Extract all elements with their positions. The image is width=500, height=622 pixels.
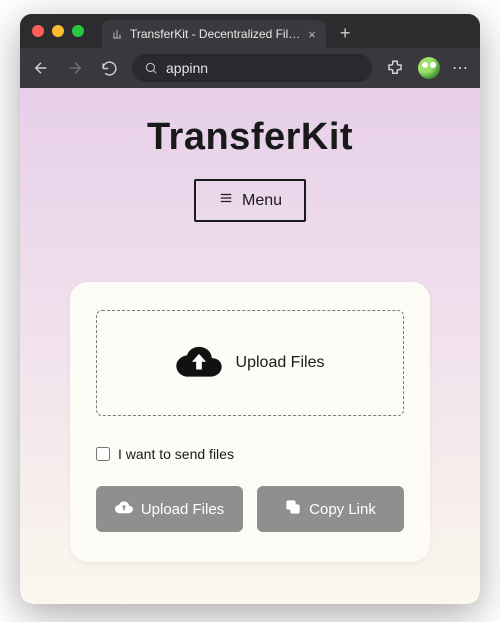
browser-tab[interactable]: TransferKit - Decentralized Fil… × <box>102 20 326 48</box>
tab-favicon-icon <box>110 27 124 41</box>
upload-files-button[interactable]: Upload Files <box>96 486 243 532</box>
extensions-button[interactable] <box>384 57 406 79</box>
address-input[interactable] <box>166 60 360 76</box>
browser-window: TransferKit - Decentralized Fil… × + ⋯ T… <box>20 14 480 604</box>
upload-dropzone[interactable]: Upload Files <box>96 310 404 416</box>
new-tab-button[interactable]: + <box>334 24 357 42</box>
menu-button[interactable]: Menu <box>194 179 306 222</box>
send-files-checkbox-label: I want to send files <box>118 446 234 462</box>
brand-logo: TransferKit <box>147 116 353 159</box>
upload-card: Upload Files I want to send files Upload… <box>70 282 430 562</box>
tab-title: TransferKit - Decentralized Fil… <box>130 27 300 41</box>
more-menu-button[interactable]: ⋯ <box>452 58 470 78</box>
back-button[interactable] <box>30 57 52 79</box>
send-files-checkbox-row[interactable]: I want to send files <box>96 446 404 462</box>
upload-files-button-label: Upload Files <box>141 501 224 518</box>
address-bar[interactable] <box>132 54 372 82</box>
copy-link-button-label: Copy Link <box>309 501 376 518</box>
forward-button[interactable] <box>64 57 86 79</box>
close-tab-button[interactable]: × <box>306 28 318 41</box>
hamburger-icon <box>218 191 234 210</box>
copy-icon <box>285 499 301 519</box>
search-icon <box>144 61 158 75</box>
window-controls <box>32 25 84 37</box>
profile-avatar[interactable] <box>418 57 440 79</box>
maximize-window-button[interactable] <box>72 25 84 37</box>
window-titlebar: TransferKit - Decentralized Fil… × + <box>20 14 480 48</box>
copy-link-button[interactable]: Copy Link <box>257 486 404 532</box>
cloud-upload-icon <box>176 344 222 383</box>
send-files-checkbox[interactable] <box>96 447 110 461</box>
action-buttons: Upload Files Copy Link <box>96 486 404 532</box>
minimize-window-button[interactable] <box>52 25 64 37</box>
close-window-button[interactable] <box>32 25 44 37</box>
cloud-icon <box>115 500 133 518</box>
page-content: TransferKit Menu Upload Files I want to … <box>20 88 480 604</box>
dropzone-label: Upload Files <box>236 354 325 372</box>
reload-button[interactable] <box>98 57 120 79</box>
menu-button-label: Menu <box>242 192 282 210</box>
browser-toolbar: ⋯ <box>20 48 480 88</box>
